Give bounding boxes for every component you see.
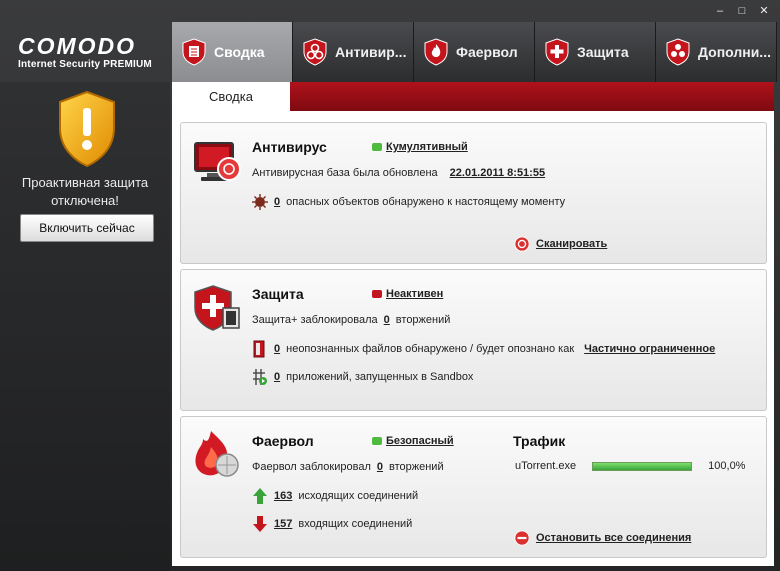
app-window: – □ ✕ COMODO Internet Security PREMIUM П… <box>0 0 780 571</box>
defense-blocked-label: Защита+ заблокировала <box>252 314 378 326</box>
traffic-title: Трафик <box>513 433 566 449</box>
tab-antivirus[interactable]: Антивир... <box>293 22 414 82</box>
enable-now-button[interactable]: Включить сейчас <box>20 214 154 242</box>
stop-all-connections-label: Остановить все соединения <box>536 532 692 544</box>
tab-defense[interactable]: Защита <box>535 22 656 82</box>
tab-firewall[interactable]: Фаервол <box>414 22 535 82</box>
sidebar: Проактивная защита отключена! Включить с… <box>0 82 170 571</box>
partially-limited-link[interactable]: Частично ограниченное <box>584 343 715 355</box>
comodo-logo: COMODO Internet Security PREMIUM <box>18 34 168 70</box>
defense-blocked-suffix: вторжений <box>395 314 451 326</box>
firewall-incoming-text: входящих соединений <box>298 518 413 530</box>
traffic-percent: 100,0% <box>708 460 746 472</box>
firewall-outgoing-text: исходящих соединений <box>298 490 419 502</box>
summary-content: Антивирус Кумулятивный Антивирусная база… <box>172 111 774 566</box>
defense-status-label: Неактивен <box>386 288 444 300</box>
firewall-blocked-suffix: вторжений <box>389 461 444 473</box>
traffic-progress-fill <box>593 462 692 470</box>
defense-sandbox-row: 0 приложений, запущенных в Sandbox <box>252 368 473 386</box>
defense-sandbox-count-link[interactable]: 0 <box>274 371 280 383</box>
tab-more[interactable]: Дополни... <box>656 22 777 82</box>
defense-shield-icon <box>194 285 240 331</box>
close-button[interactable]: ✕ <box>756 4 772 18</box>
cross-shield-icon <box>545 38 569 66</box>
scan-button[interactable]: Сканировать <box>514 235 607 253</box>
antivirus-monitor-icon <box>194 142 241 181</box>
stop-all-connections-button[interactable]: Остановить все соединения <box>514 529 691 547</box>
firewall-incoming-row: 157 входящих соединений <box>252 515 412 533</box>
scan-icon <box>514 236 530 252</box>
firewall-blocked-count-link[interactable]: 0 <box>377 461 383 473</box>
defense-title: Защита <box>252 286 304 302</box>
antivirus-threats-row: 0 опасных объектов обнаружено к настояще… <box>252 193 565 211</box>
traffic-progress-bar <box>592 461 693 471</box>
firewall-flame-icon <box>195 431 239 477</box>
defense-status[interactable]: Неактивен <box>372 288 443 300</box>
title-bar: – □ ✕ <box>0 0 780 24</box>
scan-label: Сканировать <box>536 238 608 250</box>
window-controls: – □ ✕ <box>712 4 772 18</box>
antivirus-status[interactable]: Кумулятивный <box>372 141 468 153</box>
sub-tab-bar: Сводка <box>172 82 774 111</box>
logo-sub-text: Internet Security PREMIUM <box>18 59 152 70</box>
tab-summary[interactable]: Сводка <box>172 22 293 82</box>
antivirus-threats-text: опасных объектов обнаружено к настоящему… <box>286 196 566 208</box>
antivirus-db-label: Антивирусная база была обновлена <box>252 167 438 179</box>
firewall-blocked-row: Фаервол заблокировал 0 вторжений <box>252 461 444 473</box>
defense-unknown-count-link[interactable]: 0 <box>274 343 280 355</box>
fire-shield-icon <box>424 38 448 66</box>
stop-icon <box>514 530 530 546</box>
maximize-button[interactable]: □ <box>734 4 750 18</box>
biohazard-shield-icon <box>303 38 327 66</box>
unknown-file-icon <box>253 340 265 358</box>
status-green-dot <box>372 143 382 151</box>
firewall-outgoing-row: 163 исходящих соединений <box>252 487 418 505</box>
summary-shield-icon <box>182 38 206 66</box>
status-red-dot <box>372 290 382 298</box>
arrow-down-icon <box>253 516 267 532</box>
defense-blocked-count-link[interactable]: 0 <box>384 314 390 326</box>
firewall-blocked-label: Фаервол заблокировал <box>252 461 371 473</box>
more-shield-icon <box>666 38 690 66</box>
status-green-dot <box>372 437 382 445</box>
defense-unknown-row: 0 неопознанных файлов обнаружено / будет… <box>252 340 715 358</box>
tab-firewall-label: Фаервол <box>456 44 518 60</box>
virus-icon <box>252 194 268 210</box>
antivirus-db-date-link[interactable]: 22.01.2011 8:51:55 <box>450 167 545 179</box>
antivirus-threats-count-link[interactable]: 0 <box>274 196 280 208</box>
warning-shield-icon <box>59 90 115 168</box>
defense-blocked-row: Защита+ заблокировала 0 вторжений <box>252 314 450 326</box>
antivirus-panel: Антивирус Кумулятивный Антивирусная база… <box>180 122 767 264</box>
tab-more-label: Дополни... <box>698 44 771 60</box>
traffic-row: uTorrent.exe 100,0% <box>515 460 745 472</box>
minimize-button[interactable]: – <box>712 4 728 18</box>
tab-defense-label: Защита <box>577 44 629 60</box>
subtab-summary[interactable]: Сводка <box>172 82 290 111</box>
defense-sandbox-text: приложений, запущенных в Sandbox <box>286 371 474 383</box>
firewall-panel: Фаервол Безопасный Фаервол заблокировал … <box>180 416 767 558</box>
sandbox-icon <box>253 369 267 385</box>
traffic-app-name: uTorrent.exe <box>515 460 577 472</box>
tab-summary-label: Сводка <box>214 44 265 60</box>
proactive-warning-text: Проактивная защита отключена! <box>21 175 149 208</box>
firewall-incoming-count-link[interactable]: 157 <box>274 518 292 530</box>
logo-main-text: COMODO <box>18 33 137 59</box>
firewall-status[interactable]: Безопасный <box>372 435 454 447</box>
antivirus-title: Антивирус <box>252 139 327 155</box>
firewall-title: Фаервол <box>252 433 314 449</box>
tab-antivirus-label: Антивир... <box>335 44 407 60</box>
defense-unknown-text: неопознанных файлов обнаружено / будет о… <box>286 343 575 355</box>
main-tabs: Сводка Антивир... Фаервол Защита Дополни… <box>172 22 780 82</box>
arrow-up-icon <box>253 488 267 504</box>
defense-panel: Защита Неактивен Защита+ заблокировала 0… <box>180 269 767 411</box>
antivirus-db-row: Антивирусная база была обновлена 22.01.2… <box>252 167 545 179</box>
antivirus-status-label: Кумулятивный <box>386 141 468 153</box>
firewall-status-label: Безопасный <box>386 435 454 447</box>
firewall-outgoing-count-link[interactable]: 163 <box>274 490 292 502</box>
